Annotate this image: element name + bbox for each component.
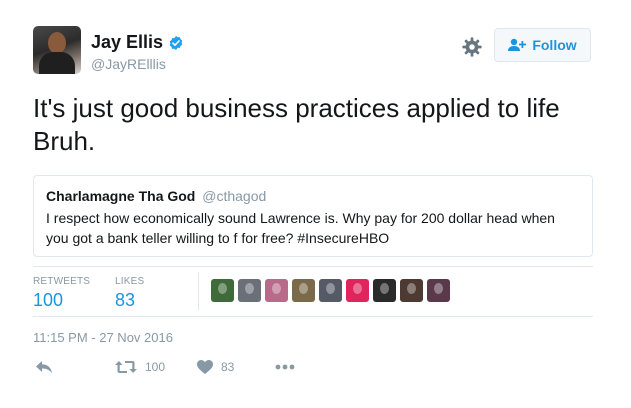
avatar[interactable] bbox=[33, 26, 81, 74]
divider bbox=[33, 266, 593, 267]
retweets-stat[interactable]: RETWEETS 100 bbox=[33, 276, 90, 311]
follow-button-label: Follow bbox=[532, 37, 577, 53]
likes-count: 83 bbox=[115, 290, 136, 310]
author-name-row: Jay Ellis bbox=[91, 32, 184, 53]
divider bbox=[33, 316, 593, 317]
tweet-text: It's just good business practices applie… bbox=[33, 93, 560, 156]
liker-avatar-face bbox=[326, 283, 335, 294]
liker-avatar-face bbox=[407, 283, 416, 294]
liker-avatar-face bbox=[434, 283, 443, 294]
quoted-tweet-text: I respect how economically sound Lawrenc… bbox=[46, 210, 555, 246]
like-count: 83 bbox=[221, 360, 235, 374]
liker-avatar[interactable] bbox=[238, 279, 261, 302]
verified-badge-icon bbox=[169, 35, 183, 50]
like-button[interactable]: 83 bbox=[197, 360, 234, 374]
liker-avatar[interactable] bbox=[373, 279, 396, 302]
tweet-actions: 100 83 bbox=[33, 360, 593, 380]
author-block[interactable]: Jay Ellis @JayRElllis bbox=[91, 32, 184, 72]
more-button[interactable] bbox=[275, 364, 295, 370]
likes-label: LIKES bbox=[115, 276, 145, 287]
quoted-author-name: Charlamagne Tha God bbox=[46, 188, 196, 204]
quoted-tweet[interactable]: Charlamagne Tha God @cthagod I respect h… bbox=[33, 175, 593, 257]
liker-avatar-face bbox=[353, 283, 362, 294]
avatar-face bbox=[48, 32, 66, 54]
liker-avatar-face bbox=[245, 283, 254, 294]
liker-avatar[interactable] bbox=[346, 279, 369, 302]
more-icon bbox=[275, 364, 295, 370]
liker-avatar[interactable] bbox=[292, 279, 315, 302]
reply-button[interactable] bbox=[35, 360, 53, 374]
quoted-author-handle: @cthagod bbox=[202, 188, 267, 204]
avatar-body bbox=[39, 52, 75, 74]
retweet-icon bbox=[115, 361, 137, 373]
liker-avatar[interactable] bbox=[427, 279, 450, 302]
gear-icon[interactable] bbox=[461, 36, 483, 58]
retweet-button[interactable]: 100 bbox=[115, 360, 165, 374]
author-handle[interactable]: @JayRElllis bbox=[91, 56, 184, 72]
reply-icon bbox=[36, 361, 52, 373]
quoted-tweet-header: Charlamagne Tha God @cthagod bbox=[46, 188, 580, 204]
liker-avatar[interactable] bbox=[319, 279, 342, 302]
tweet-header: Jay Ellis @JayRElllis Follow bbox=[33, 26, 595, 78]
liker-avatar-face bbox=[272, 283, 281, 294]
liker-avatar-face bbox=[218, 283, 227, 294]
liker-avatar-face bbox=[380, 283, 389, 294]
likes-stat[interactable]: LIKES 83 bbox=[115, 276, 144, 311]
follow-button[interactable]: Follow bbox=[494, 28, 591, 62]
add-user-icon bbox=[508, 38, 527, 51]
tweet-timestamp[interactable]: 11:15 PM - 27 Nov 2016 bbox=[33, 330, 173, 345]
author-name[interactable]: Jay Ellis bbox=[91, 32, 163, 53]
stats-separator bbox=[198, 272, 199, 310]
liker-avatars bbox=[211, 279, 454, 302]
retweets-label: RETWEETS bbox=[33, 276, 91, 287]
liker-avatar[interactable] bbox=[265, 279, 288, 302]
heart-icon bbox=[197, 360, 213, 374]
liker-avatar-face bbox=[299, 283, 308, 294]
liker-avatar[interactable] bbox=[211, 279, 234, 302]
retweets-count: 100 bbox=[33, 290, 64, 310]
liker-avatar[interactable] bbox=[400, 279, 423, 302]
retweet-count: 100 bbox=[145, 360, 166, 374]
